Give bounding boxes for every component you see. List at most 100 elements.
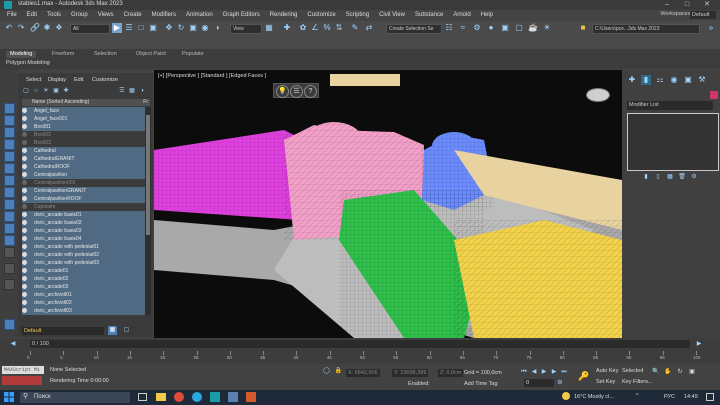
- show-end-result-icon[interactable]: ▯: [654, 173, 662, 181]
- ribbon-tab-populate[interactable]: Populate: [182, 51, 204, 58]
- modifier-stack[interactable]: [627, 113, 719, 171]
- list-item[interactable]: CentralpavilionROOF: [22, 195, 146, 203]
- list-item[interactable]: Box003: [22, 139, 146, 147]
- play-icon[interactable]: ▶: [540, 368, 548, 376]
- reference-coordinate-dropdown[interactable]: View: [230, 24, 262, 34]
- x-coordinate[interactable]: X: 6842,606: [346, 369, 380, 377]
- render-setup-icon[interactable]: ▣: [500, 23, 510, 33]
- helpers-tool-icon[interactable]: [4, 175, 15, 186]
- undo-icon[interactable]: ↶: [4, 23, 14, 33]
- list-item[interactable]: doric_arcade with pedestal02: [22, 251, 146, 259]
- list-item[interactable]: doric_arcade basis01: [22, 211, 146, 219]
- menu-group[interactable]: Group: [66, 10, 93, 21]
- group-tool-icon[interactable]: [4, 223, 15, 234]
- percent-snap-icon[interactable]: %: [322, 23, 332, 33]
- layer-settings-icon[interactable]: ▦: [108, 326, 117, 335]
- menu-graph-editors[interactable]: Graph Editors: [218, 10, 265, 21]
- visibility-eye-icon[interactable]: [22, 108, 27, 113]
- cameras-tool-icon[interactable]: [4, 163, 15, 174]
- weather-text[interactable]: 16°C Mostly cl...: [574, 394, 614, 400]
- toolbar-extend-icon[interactable]: »: [706, 23, 716, 33]
- list-item[interactable]: doric_arcade basis04: [22, 235, 146, 243]
- menu-help[interactable]: Help: [476, 10, 498, 21]
- snap-toggle-icon[interactable]: ✿: [298, 23, 308, 33]
- workspaces-dropdown[interactable]: Default: [690, 11, 716, 19]
- list-item[interactable]: doric_archivolt03: [22, 307, 146, 315]
- explorer-app-icon[interactable]: [156, 393, 166, 401]
- ribbon-tab-selection[interactable]: Selection: [94, 51, 117, 58]
- window-crossing-icon[interactable]: ▣: [148, 23, 158, 33]
- mail-app-icon[interactable]: [246, 392, 256, 402]
- hidden-tool-icon[interactable]: [4, 263, 15, 274]
- go-to-start-icon[interactable]: ⏮: [520, 368, 528, 376]
- ribbon-polygon-modeling[interactable]: Polygon Modeling: [6, 60, 50, 66]
- schematic-view-icon[interactable]: ⚙: [472, 23, 482, 33]
- visibility-eye-icon[interactable]: [22, 148, 27, 153]
- key-icon[interactable]: 🔑: [578, 370, 590, 382]
- modifier-list-dropdown[interactable]: Modifier List: [627, 101, 713, 110]
- list-item[interactable]: doric_arcade basis02: [22, 219, 146, 227]
- visibility-eye-icon[interactable]: [22, 204, 27, 209]
- time-config-icon[interactable]: ⚙: [556, 379, 564, 387]
- menu-animation[interactable]: Animation: [181, 10, 218, 21]
- list-item[interactable]: Centralpavilion: [22, 171, 146, 179]
- name-column-header[interactable]: Name (Sorted Ascending) Fr: [22, 99, 150, 106]
- remove-modifier-icon[interactable]: 🗑: [678, 173, 686, 181]
- link-icon[interactable]: 🔗: [30, 23, 40, 33]
- browser-app-icon[interactable]: [174, 392, 184, 402]
- layer-add-icon[interactable]: ▢: [122, 326, 131, 335]
- unlink-icon[interactable]: ✱: [42, 23, 52, 33]
- visibility-eye-icon[interactable]: [22, 196, 27, 201]
- windows-start-icon[interactable]: [4, 392, 14, 402]
- layer-dropdown[interactable]: Default: [22, 327, 104, 335]
- configure-sets-icon[interactable]: ⚙: [690, 173, 698, 181]
- list-item[interactable]: doric_archivolt01: [22, 291, 146, 299]
- menu-create[interactable]: Create: [119, 10, 147, 21]
- visibility-eye-icon[interactable]: [22, 308, 27, 313]
- visibility-eye-icon[interactable]: [22, 284, 27, 289]
- filter-none-icon[interactable]: ▦: [128, 87, 136, 95]
- selected-dropdown[interactable]: Selected: [622, 368, 643, 374]
- menu-edit[interactable]: Edit: [22, 10, 42, 21]
- rendered-frame-icon[interactable]: ▢: [514, 23, 524, 33]
- list-item[interactable]: Box001: [22, 123, 146, 131]
- close-icon[interactable]: ✕: [700, 0, 714, 10]
- visibility-eye-icon[interactable]: [22, 220, 27, 225]
- language-indicator[interactable]: РУС: [664, 394, 675, 400]
- pin-stack-icon[interactable]: ▮: [642, 173, 650, 181]
- maxscript-output[interactable]: [2, 376, 42, 385]
- list-item[interactable]: doric_arcade03: [22, 283, 146, 291]
- edge-app-icon[interactable]: [192, 392, 202, 402]
- place-icon[interactable]: ◉: [200, 23, 210, 33]
- key-filters-button[interactable]: Key Filters...: [622, 379, 653, 385]
- viewcube-icon[interactable]: [586, 88, 610, 102]
- pivot-icon[interactable]: ▦: [264, 23, 274, 33]
- selection-set-field[interactable]: Create Selection Se: [386, 24, 442, 34]
- time-slider[interactable]: 0 / 100: [30, 340, 690, 348]
- curve-editor-icon[interactable]: ≈: [458, 23, 468, 33]
- visibility-eye-icon[interactable]: [22, 140, 27, 145]
- task-view-icon[interactable]: [138, 393, 147, 401]
- shapes-tool-icon[interactable]: [4, 139, 15, 150]
- list-item[interactable]: Cupolaire: [22, 203, 146, 211]
- explorer-tab-edit[interactable]: Edit: [74, 77, 83, 83]
- ribbon-tab-modeling[interactable]: Modeling: [6, 51, 37, 58]
- explorer-tab-display[interactable]: Display: [48, 77, 66, 83]
- time-slider-next-icon[interactable]: ▶: [694, 339, 704, 349]
- filter-geometry-icon[interactable]: ▢: [22, 87, 30, 95]
- list-icon[interactable]: ☰: [290, 85, 303, 98]
- bone-tool-icon[interactable]: [4, 199, 15, 210]
- select-manipulate-icon[interactable]: ✚: [282, 23, 292, 33]
- current-frame-field[interactable]: 0: [524, 379, 554, 387]
- explorer-tab-customize[interactable]: Customize: [92, 77, 118, 83]
- viewport-perspective[interactable]: [+] [Perspective ] [Standard ] [Edged Fa…: [154, 70, 622, 338]
- list-item[interactable]: CathedralROOF: [22, 163, 146, 171]
- motion-tab-icon[interactable]: ◉: [669, 75, 679, 85]
- menu-substance[interactable]: Substance: [410, 10, 448, 21]
- taskbar-search[interactable]: Поиск: [20, 392, 130, 403]
- spinner-snap-icon[interactable]: ⇅: [334, 23, 344, 33]
- spacewarps-tool-icon[interactable]: [4, 187, 15, 198]
- filter-shapes-icon[interactable]: ○: [32, 87, 40, 95]
- list-item[interactable]: doric_arcade with pedestal03: [22, 259, 146, 267]
- help-icon[interactable]: ?: [304, 85, 317, 98]
